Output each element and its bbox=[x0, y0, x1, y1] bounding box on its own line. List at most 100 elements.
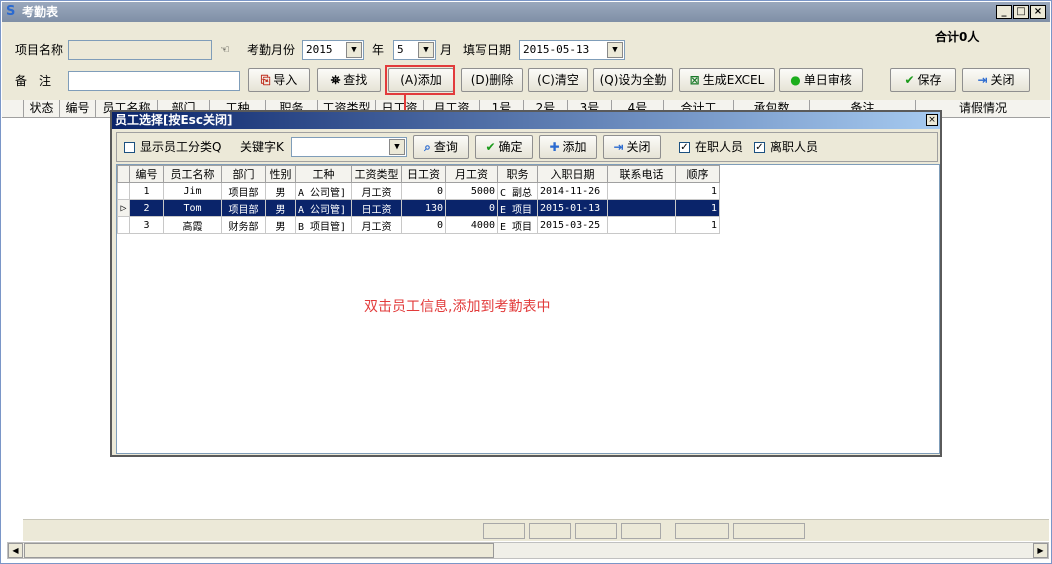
col-header[interactable]: 编号 bbox=[60, 100, 96, 118]
col-header[interactable]: 职务 bbox=[497, 165, 538, 183]
col-header[interactable]: 入职日期 bbox=[537, 165, 608, 183]
excel-label: 生成EXCEL bbox=[702, 73, 765, 87]
cell-order: 1 bbox=[675, 182, 720, 200]
month-select[interactable]: 5 ▼ bbox=[393, 40, 436, 60]
left-staff-label: 离职人员 bbox=[770, 140, 819, 154]
remark-field[interactable] bbox=[68, 71, 240, 91]
fill-date-label: 填写日期 bbox=[463, 43, 512, 57]
month-unit: 月 bbox=[440, 43, 453, 57]
remark-label: 备 注 bbox=[15, 74, 52, 88]
project-label: 项目名称 bbox=[15, 43, 64, 57]
year-select[interactable]: 2015 ▼ bbox=[302, 40, 364, 60]
close-button[interactable]: × bbox=[1030, 5, 1046, 19]
dialog-close-button[interactable]: ⇥ 关闭 bbox=[603, 135, 661, 159]
scroll-left-icon[interactable]: ◀ bbox=[8, 543, 23, 558]
pointer-icon[interactable]: ☜ bbox=[220, 43, 230, 57]
highlight-box bbox=[385, 65, 455, 95]
col-header[interactable]: 性别 bbox=[265, 165, 296, 183]
find-button[interactable]: ⛯ 查找 bbox=[317, 68, 381, 92]
close-main-button[interactable]: ⇥ 关闭 bbox=[962, 68, 1030, 92]
import-icon: ⎘ bbox=[260, 73, 271, 87]
window-title: 考勤表 bbox=[22, 5, 59, 19]
chevron-down-icon[interactable]: ▼ bbox=[418, 42, 434, 58]
active-staff-checkbox[interactable]: ✓ bbox=[679, 142, 690, 153]
row-indicator bbox=[117, 216, 130, 234]
cell-daily: 0 bbox=[401, 182, 446, 200]
save-button[interactable]: ✔ 保存 bbox=[890, 68, 956, 92]
active-staff-label: 在职人员 bbox=[695, 140, 744, 154]
maximize-button[interactable]: □ bbox=[1013, 5, 1029, 19]
query-label: 查询 bbox=[433, 140, 458, 154]
cell-wage-type: 月工资 bbox=[351, 182, 402, 200]
delete-button[interactable]: (D)删除 bbox=[461, 68, 523, 92]
col-header[interactable]: 状态 bbox=[24, 100, 60, 118]
cell-id: 3 bbox=[129, 216, 164, 234]
import-button[interactable]: ⎘ 导入 bbox=[248, 68, 310, 92]
cell-job: A 公司管] bbox=[295, 199, 352, 217]
col-header[interactable]: 工种 bbox=[295, 165, 352, 183]
col-header[interactable]: 联系电话 bbox=[607, 165, 676, 183]
show-category-checkbox[interactable] bbox=[124, 142, 135, 153]
import-label: 导入 bbox=[273, 73, 298, 87]
summary-cell bbox=[621, 523, 661, 539]
cell-daily: 0 bbox=[401, 216, 446, 234]
col-header[interactable]: 员工名称 bbox=[163, 165, 222, 183]
ok-button[interactable]: ✔ 确定 bbox=[475, 135, 533, 159]
project-field[interactable] bbox=[68, 40, 212, 60]
cell-sex: 男 bbox=[265, 199, 296, 217]
form-header: 项目名称 ☜ 考勤月份 2015 ▼ 年 5 ▼ 月 填写日期 2015-05-… bbox=[2, 22, 1050, 100]
employee-table: 编号 员工名称 部门 性别 工种 工资类型 日工资 月工资 职务 入职日期 联系… bbox=[117, 165, 720, 234]
col-header[interactable]: 顺序 bbox=[675, 165, 720, 183]
cell-monthly: 4000 bbox=[445, 216, 498, 234]
col-header[interactable]: 工资类型 bbox=[351, 165, 402, 183]
dialog-add-label: 添加 bbox=[562, 140, 587, 154]
col-header[interactable]: 月工资 bbox=[445, 165, 498, 183]
scroll-thumb[interactable] bbox=[24, 543, 494, 558]
summary-cell bbox=[483, 523, 525, 539]
summary-cell bbox=[733, 523, 805, 539]
day-audit-button[interactable]: ● 单日审核 bbox=[779, 68, 863, 92]
employee-grid: 编号 员工名称 部门 性别 工种 工资类型 日工资 月工资 职务 入职日期 联系… bbox=[116, 164, 940, 454]
row-indicator-header bbox=[117, 165, 130, 183]
employee-header-row: 编号 员工名称 部门 性别 工种 工资类型 日工资 月工资 职务 入职日期 联系… bbox=[117, 165, 720, 183]
plus-icon: ✚ bbox=[549, 140, 560, 154]
col-indicator bbox=[2, 100, 24, 118]
set-full-label: (Q)设为全勤 bbox=[599, 73, 667, 87]
dialog-add-button[interactable]: ✚ 添加 bbox=[539, 135, 597, 159]
chevron-down-icon[interactable]: ▼ bbox=[389, 139, 405, 155]
search-icon: ⌕ bbox=[424, 140, 431, 154]
summary-cell bbox=[675, 523, 729, 539]
show-category-label: 显示员工分类Q bbox=[140, 140, 222, 154]
query-button[interactable]: ⌕ 查询 bbox=[413, 135, 469, 159]
chevron-down-icon[interactable]: ▼ bbox=[607, 42, 623, 58]
dialog-close-icon[interactable]: × bbox=[926, 114, 938, 126]
table-row[interactable]: ▷ 2 Tom 项目部 男 A 公司管] 日工资 130 0 E 项目 2015… bbox=[117, 199, 720, 217]
cell-id: 1 bbox=[129, 182, 164, 200]
fill-date-value: 2015-05-13 bbox=[523, 43, 590, 56]
cell-phone bbox=[607, 182, 676, 200]
col-header[interactable]: 编号 bbox=[129, 165, 164, 183]
clear-button[interactable]: (C)清空 bbox=[528, 68, 588, 92]
summary-bar bbox=[23, 519, 1049, 541]
minimize-button[interactable]: _ bbox=[996, 5, 1012, 19]
keyword-select[interactable]: ▼ bbox=[291, 137, 407, 157]
cell-date: 2014-11-26 bbox=[537, 182, 608, 200]
cell-wage-type: 月工资 bbox=[351, 216, 402, 234]
chevron-down-icon[interactable]: ▼ bbox=[346, 42, 362, 58]
cell-phone bbox=[607, 216, 676, 234]
window-controls: _ □ × bbox=[996, 5, 1046, 19]
set-full-attendance-button[interactable]: (Q)设为全勤 bbox=[593, 68, 673, 92]
total-count: 合计0人 bbox=[935, 30, 980, 44]
table-row[interactable]: 1 Jim 项目部 男 A 公司管] 月工资 0 5000 C 副总 2014-… bbox=[117, 182, 720, 200]
table-row[interactable]: 3 高霞 财务部 男 B 项目管] 月工资 0 4000 E 项目 2015-0… bbox=[117, 216, 720, 234]
binoculars-icon: ⛯ bbox=[330, 73, 341, 87]
horizontal-scrollbar[interactable]: ◀ ▶ bbox=[7, 542, 1049, 559]
fill-date-picker[interactable]: 2015-05-13 ▼ bbox=[519, 40, 625, 60]
cell-dept: 财务部 bbox=[221, 216, 266, 234]
excel-button[interactable]: ⊠ 生成EXCEL bbox=[679, 68, 775, 92]
col-header[interactable]: 日工资 bbox=[401, 165, 446, 183]
col-header[interactable]: 部门 bbox=[221, 165, 266, 183]
left-staff-checkbox[interactable]: ✓ bbox=[754, 142, 765, 153]
scroll-right-icon[interactable]: ▶ bbox=[1033, 543, 1048, 558]
year-unit: 年 bbox=[372, 43, 385, 57]
